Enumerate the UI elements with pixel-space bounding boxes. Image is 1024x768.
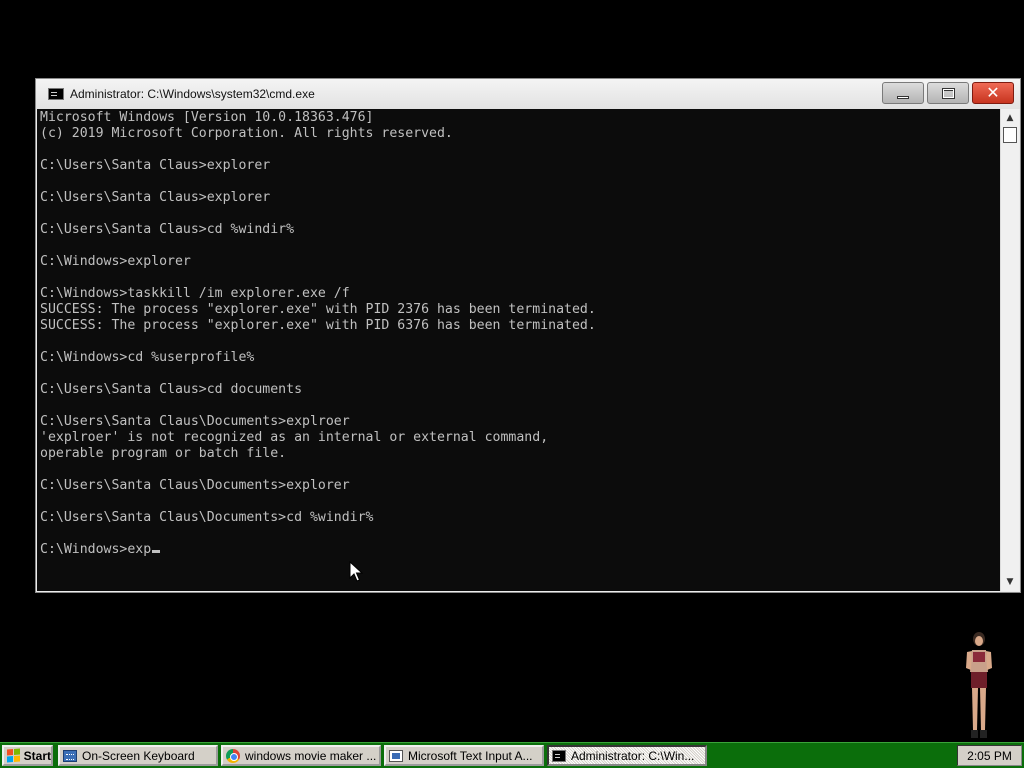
- console-line: C:\Users\Santa Claus>cd %windir%: [40, 222, 295, 237]
- console-text: Microsoft Windows [Version 10.0.18363.47…: [40, 110, 596, 558]
- system-tray-clock[interactable]: 2:05 PM: [957, 745, 1022, 766]
- close-icon: ✕: [986, 83, 1000, 102]
- maximize-icon: [941, 87, 955, 99]
- taskbar-button-text-input[interactable]: Microsoft Text Input A...: [384, 745, 544, 766]
- text-cursor: [152, 550, 161, 553]
- minimize-icon: [897, 95, 909, 99]
- console-line: Microsoft Windows [Version 10.0.18363.47…: [40, 110, 374, 125]
- cmd-window: Administrator: C:\Windows\system32\cmd.e…: [35, 78, 1021, 593]
- minimize-button[interactable]: [882, 82, 924, 104]
- console-line: C:\Users\Santa Claus\Documents>explorer: [40, 478, 350, 493]
- scroll-thumb[interactable]: [1003, 127, 1017, 143]
- console-output[interactable]: Microsoft Windows [Version 10.0.18363.47…: [37, 109, 1000, 591]
- keyboard-icon: [63, 749, 77, 762]
- taskbar-button-label: On-Screen Keyboard: [82, 748, 195, 763]
- console-line: SUCCESS: The process "explorer.exe" with…: [40, 302, 596, 317]
- console-line: C:\Windows>explorer: [40, 254, 191, 269]
- taskbar-button-chrome[interactable]: windows movie maker ...: [221, 745, 381, 766]
- console-line: operable program or batch file.: [40, 446, 287, 461]
- chevron-down-icon: ▼: [1006, 577, 1014, 587]
- windows-logo-icon: [7, 748, 20, 763]
- taskbar: Start On-Screen Keyboard windows movie m…: [0, 742, 1024, 768]
- chevron-up-icon: ▲: [1006, 113, 1014, 123]
- console-line: C:\Users\Santa Claus>explorer: [40, 158, 271, 173]
- cmd-icon[interactable]: [48, 88, 64, 100]
- maximize-button[interactable]: [927, 82, 969, 104]
- cmd-icon: [552, 749, 566, 762]
- console-line: SUCCESS: The process "explorer.exe" with…: [40, 318, 596, 333]
- console-line: 'explroer' is not recognized as an inter…: [40, 430, 549, 445]
- clock: 2:05 PM: [967, 748, 1012, 763]
- scroll-down-button[interactable]: ▼: [1002, 574, 1018, 590]
- start-label: Start: [23, 748, 51, 763]
- console-line: C:\Users\Santa Claus>explorer: [40, 190, 271, 205]
- close-button[interactable]: ✕: [972, 82, 1014, 104]
- console-prompt: C:\Windows>exp: [40, 542, 152, 557]
- console-line: C:\Users\Santa Claus\Documents>explroer: [40, 414, 350, 429]
- chrome-icon: [226, 748, 240, 763]
- taskbar-button-on-screen-keyboard[interactable]: On-Screen Keyboard: [58, 745, 218, 766]
- vertical-scrollbar[interactable]: ▲ ▼: [1000, 109, 1019, 591]
- console-line: C:\Windows>cd %userprofile%: [40, 350, 255, 365]
- taskbar-button-label: windows movie maker ...: [245, 748, 377, 763]
- console-line: C:\Windows>taskkill /im explorer.exe /f: [40, 286, 350, 301]
- console-line: C:\Users\Santa Claus\Documents>cd %windi…: [40, 510, 374, 525]
- desktop-character-figure: [966, 632, 992, 738]
- text-input-icon: [389, 749, 403, 762]
- taskbar-button-label: Administrator: C:\Win...: [571, 748, 695, 763]
- window-title: Administrator: C:\Windows\system32\cmd.e…: [70, 87, 315, 101]
- mouse-pointer-icon: [349, 561, 363, 582]
- scroll-up-button[interactable]: ▲: [1002, 110, 1018, 126]
- console-line: C:\Users\Santa Claus>cd documents: [40, 382, 303, 397]
- title-bar[interactable]: Administrator: C:\Windows\system32\cmd.e…: [36, 79, 1020, 109]
- taskbar-button-label: Microsoft Text Input A...: [408, 748, 533, 763]
- taskbar-button-cmd[interactable]: Administrator: C:\Win...: [547, 745, 707, 766]
- console-line: (c) 2019 Microsoft Corporation. All righ…: [40, 126, 453, 141]
- console-current-line[interactable]: C:\Windows>exp: [40, 542, 596, 558]
- start-button[interactable]: Start: [2, 745, 53, 766]
